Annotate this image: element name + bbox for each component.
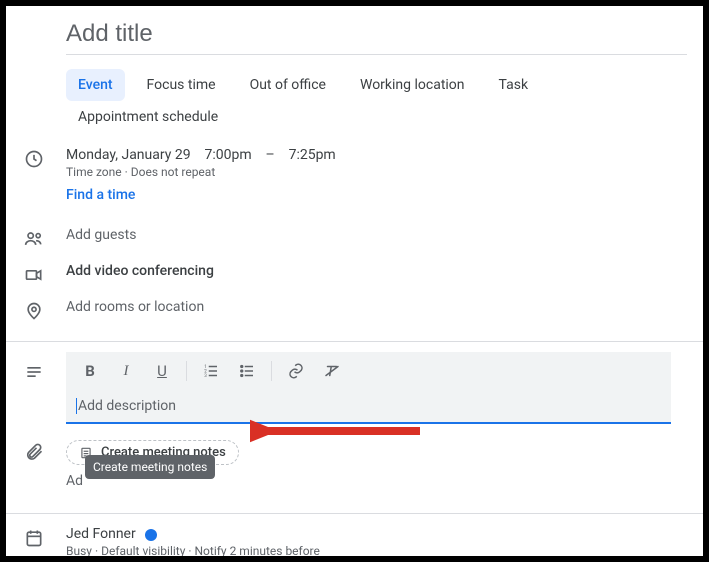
time-separator: – bbox=[266, 147, 275, 163]
italic-button[interactable]: I bbox=[110, 355, 142, 387]
tab-appointment-schedule[interactable]: Appointment schedule bbox=[66, 101, 230, 133]
tab-working-location[interactable]: Working location bbox=[348, 69, 477, 101]
recurrence-link[interactable]: Does not repeat bbox=[131, 165, 216, 179]
description-toolbar: B I U 1 2 3 bbox=[66, 352, 671, 390]
add-video-conferencing-button[interactable]: Add video conferencing bbox=[66, 263, 214, 279]
description-icon bbox=[24, 362, 44, 382]
event-type-tabs: Event Focus time Out of office Working l… bbox=[6, 55, 703, 141]
find-a-time-button[interactable]: Find a time bbox=[66, 187, 135, 203]
notification-status[interactable]: Notify 2 minutes before bbox=[195, 544, 320, 558]
numbered-list-button[interactable]: 1 2 3 bbox=[195, 355, 227, 387]
end-time[interactable]: 7:25pm bbox=[289, 147, 336, 163]
description-input[interactable]: Add description bbox=[66, 390, 671, 424]
calendar-owner-name[interactable]: Jed Fonner bbox=[66, 526, 136, 542]
location-icon bbox=[24, 301, 44, 321]
tab-event[interactable]: Event bbox=[66, 69, 125, 101]
tab-task[interactable]: Task bbox=[487, 69, 541, 101]
people-icon bbox=[24, 229, 44, 249]
add-guests-field[interactable]: Add guests bbox=[66, 227, 136, 243]
clock-icon bbox=[24, 149, 44, 169]
datetime-display[interactable]: Monday, January 29 7:00pm – 7:25pm bbox=[66, 147, 687, 163]
calendar-color-dot[interactable] bbox=[145, 529, 157, 541]
link-button[interactable] bbox=[280, 355, 312, 387]
event-title-input[interactable] bbox=[66, 16, 687, 55]
date-text[interactable]: Monday, January 29 bbox=[66, 147, 191, 163]
clear-formatting-button[interactable] bbox=[316, 355, 348, 387]
tab-out-of-office[interactable]: Out of office bbox=[238, 69, 338, 101]
timezone-link[interactable]: Time zone bbox=[66, 165, 122, 179]
add-location-field[interactable]: Add rooms or location bbox=[66, 299, 204, 315]
bold-button[interactable]: B bbox=[74, 355, 106, 387]
bulleted-list-button[interactable] bbox=[231, 355, 263, 387]
description-placeholder: Add description bbox=[78, 398, 176, 414]
underline-button[interactable]: U bbox=[146, 355, 178, 387]
tab-focus-time[interactable]: Focus time bbox=[135, 69, 228, 101]
add-attachment-field[interactable]: Ad bbox=[66, 473, 83, 489]
svg-text:3: 3 bbox=[204, 373, 207, 379]
busy-status[interactable]: Busy bbox=[66, 544, 92, 558]
create-meeting-notes-tooltip: Create meeting notes bbox=[85, 455, 215, 479]
start-time[interactable]: 7:00pm bbox=[204, 147, 251, 163]
attachment-icon bbox=[24, 442, 44, 462]
visibility-status[interactable]: Default visibility bbox=[101, 544, 185, 558]
video-icon bbox=[24, 265, 44, 285]
calendar-icon bbox=[24, 528, 44, 548]
